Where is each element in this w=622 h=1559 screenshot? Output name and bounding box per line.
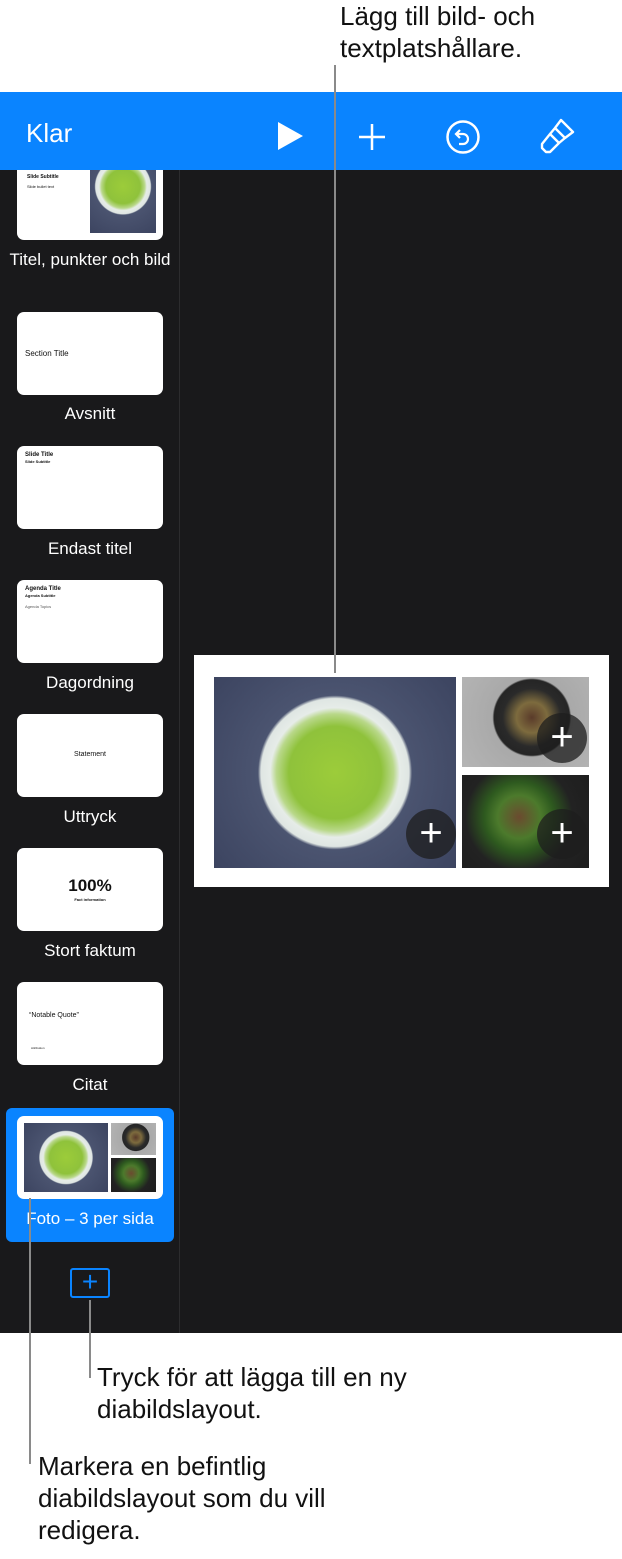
salad-photo — [24, 1123, 108, 1192]
thumb-subtitle: Fact information — [74, 897, 106, 902]
layout-label: Uttryck — [63, 807, 117, 826]
paintbrush-icon[interactable] — [537, 116, 577, 158]
layout-label: Endast titel — [47, 539, 133, 558]
thumb-bullet: Slide bullet text — [27, 184, 55, 189]
photo-placeholder-top-right[interactable]: + — [462, 677, 589, 767]
layout-thumb-title-bullets-photo[interactable]: Slide Subtitle Slide bullet text — [17, 170, 163, 240]
thumb-title: Statement — [74, 751, 106, 758]
photo-placeholder-large[interactable]: + — [214, 677, 456, 868]
layout-label: Foto – 3 per sida — [26, 1209, 154, 1228]
add-photo-icon[interactable]: + — [537, 809, 587, 859]
layout-label: Stort faktum — [44, 941, 136, 960]
plus-square-icon[interactable]: + — [70, 1268, 110, 1298]
undo-icon[interactable] — [445, 119, 481, 155]
layout-thumb-section[interactable]: Section Title — [17, 312, 163, 395]
bowl-photo — [111, 1123, 156, 1155]
slide-canvas[interactable]: + + + — [194, 655, 609, 887]
layout-thumb-agenda[interactable]: Agenda Title Agenda Subtitle Agenda Topi… — [17, 580, 163, 663]
photo-placeholder-bottom-right[interactable]: + — [462, 775, 589, 868]
thumb-attribution: Attribution — [31, 1046, 45, 1050]
thumb-title: Agenda Title — [25, 586, 61, 592]
layout-label: Dagordning — [46, 673, 134, 692]
layout-label: Citat — [72, 1075, 108, 1094]
toolbar: Klar — [0, 92, 622, 170]
callout-select-layout: Markera en befintlig diabildslayout som … — [38, 1451, 326, 1545]
keynote-layout-editor: Slide Subtitle Slide bullet text Titel, … — [0, 92, 622, 1333]
callout-line — [334, 65, 336, 673]
callout-add-layout: Tryck för att lägga till en ny diabildsl… — [97, 1362, 407, 1424]
callout-placeholders: Lägg till bild- och textplatshållare. — [340, 1, 536, 63]
plus-icon[interactable] — [357, 122, 387, 152]
layout-label: Avsnitt — [64, 404, 116, 423]
thumb-title: Section Title — [25, 349, 69, 358]
add-photo-icon[interactable]: + — [537, 713, 587, 763]
layout-thumb-big-fact[interactable]: 100% Fact information — [17, 848, 163, 931]
thumb-subtitle: Slide Subtitle — [25, 459, 51, 464]
add-photo-icon[interactable]: + — [406, 809, 456, 859]
play-icon[interactable] — [276, 121, 304, 151]
callout-line — [89, 1300, 91, 1378]
thumb-title: 100% — [68, 876, 112, 895]
thumb-title: Slide Title — [25, 452, 54, 458]
salad-photo — [90, 170, 156, 233]
salad-bowl-photo — [111, 1158, 156, 1192]
thumb-title: “Notable Quote” — [29, 1012, 79, 1019]
layout-sidebar[interactable]: Slide Subtitle Slide bullet text Titel, … — [0, 170, 180, 1333]
thumb-subtitle: Agenda Subtitle — [25, 593, 56, 598]
done-button[interactable]: Klar — [26, 118, 72, 149]
layout-thumb-title-only[interactable]: Slide Title Slide Subtitle — [17, 446, 163, 529]
layout-thumb-photo-3 — [17, 1116, 163, 1199]
layout-thumb-quote[interactable]: “Notable Quote” Attribution — [17, 982, 163, 1065]
thumb-body: Agenda Topics — [25, 604, 52, 609]
thumb-subtitle: Slide Subtitle — [27, 174, 59, 180]
layout-thumb-statement[interactable]: Statement — [17, 714, 163, 797]
layout-label: Titel, punkter och bild — [9, 250, 171, 269]
callout-line — [29, 1198, 31, 1464]
layout-item-selected[interactable]: Foto – 3 per sida — [6, 1108, 174, 1242]
